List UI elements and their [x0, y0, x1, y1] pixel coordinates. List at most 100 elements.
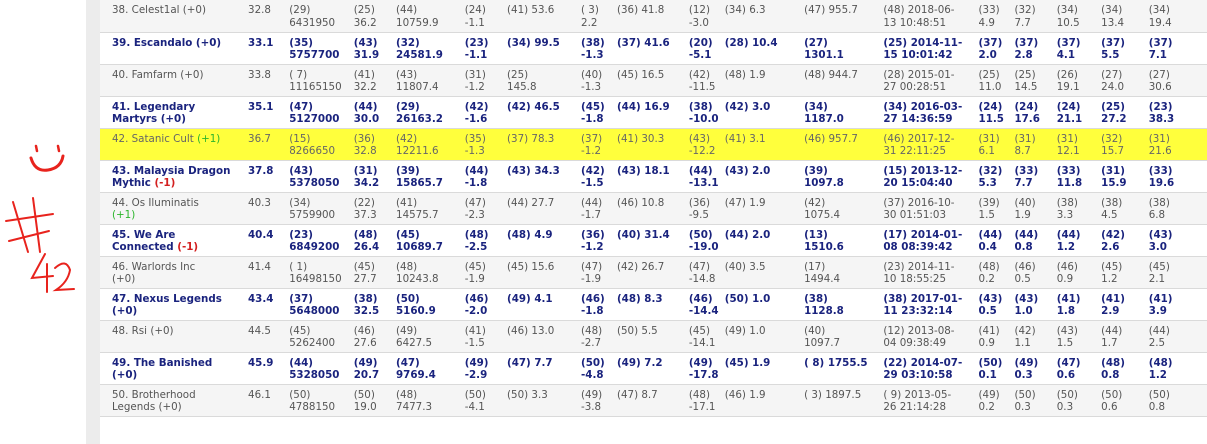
- stat-cell-c13: (31) 8.7: [1014, 128, 1057, 161]
- stat-cell-c8: (45) -14.1: [688, 320, 725, 353]
- team-name-cell[interactable]: 41. Legendary Martyrs (+0): [100, 96, 249, 129]
- rank-change: (+0): [158, 401, 182, 413]
- stat-cell-c14: (26) 19.1: [1056, 64, 1102, 97]
- stat-cell-c13: (49) 0.3: [1014, 352, 1057, 385]
- stat-cell-c8: (48) -17.1: [688, 384, 725, 417]
- team-name[interactable]: 40. Famfarm: [112, 69, 177, 81]
- team-name[interactable]: 39. Escandalo: [112, 37, 192, 49]
- team-name[interactable]: 46. Warlords Inc: [112, 261, 195, 273]
- stat-cell-c3: (43) 11807.4: [396, 64, 465, 97]
- stat-cell-c3: (47) 9769.4: [396, 352, 465, 385]
- team-name[interactable]: 47. Nexus Legends: [112, 293, 222, 305]
- stat-cell-c15: (48) 0.8: [1101, 352, 1149, 385]
- stat-cell-c7: (50) 5.5: [616, 320, 689, 353]
- stat-cell-c5: (37) 78.3: [507, 128, 582, 161]
- stat-cell-c10: (27) 1301.1: [804, 32, 884, 65]
- stat-cell-c4: (23) -1.1: [464, 32, 508, 65]
- table-row: 49. The Banished (+0) 45.9 (44) 5328050 (49…: [100, 352, 1207, 385]
- score-cell: 46.1: [248, 384, 290, 417]
- stat-cell-c12: (31) 6.1: [978, 128, 1015, 161]
- score-cell: 45.9: [248, 352, 290, 385]
- stat-cell-c14: (46) 0.9: [1056, 256, 1102, 289]
- team-name-cell[interactable]: 47. Nexus Legends (+0): [100, 288, 249, 321]
- stat-cell-c9: (40) 3.5: [724, 256, 805, 289]
- team-name-cell[interactable]: 42. Satanic Cult (+1): [100, 128, 249, 161]
- stat-cell-c6: ( 3) 2.2: [581, 0, 617, 33]
- stat-cell-c4: (46) -2.0: [464, 288, 508, 321]
- score-cell: 37.8: [248, 160, 290, 193]
- team-name-cell[interactable]: 43. Malaysia Dragon Mythic (-1): [100, 160, 249, 193]
- stat-cell-c15: (32) 15.7: [1101, 128, 1149, 161]
- stat-cell-c3: (41) 14575.7: [396, 192, 465, 225]
- stat-cell-c2: (44) 30.0: [353, 96, 397, 129]
- stat-cell-c16: (41) 3.9: [1148, 288, 1207, 321]
- table-row: 48. Rsi (+0) 44.5 (45) 5262400 (46) 27.6 (49…: [100, 320, 1207, 353]
- stat-cell-c12: (50) 0.1: [978, 352, 1015, 385]
- stat-cell-c8: (36) -9.5: [688, 192, 725, 225]
- table-row: 41. Legendary Martyrs (+0) 35.1 (47) 51270…: [100, 96, 1207, 129]
- stat-cell-c14: (24) 21.1: [1056, 96, 1102, 129]
- stat-cell-c12: (49) 0.2: [978, 384, 1015, 417]
- stat-cell-c11: (23) 2014-11- 10 18:55:25: [883, 256, 979, 289]
- score-cell: 44.5: [248, 320, 290, 353]
- stat-cell-c15: (38) 4.5: [1101, 192, 1149, 225]
- rank-change: (+0): [195, 36, 222, 49]
- team-name-cell[interactable]: 46. Warlords Inc (+0): [100, 256, 249, 289]
- team-name[interactable]: 49. The Banished: [112, 357, 212, 369]
- team-name-cell[interactable]: 40. Famfarm (+0): [100, 64, 249, 97]
- stat-cell-c4: (31) -1.2: [464, 64, 508, 97]
- score-cell: 40.4: [248, 224, 290, 257]
- stat-cell-c2: (43) 31.9: [353, 32, 397, 65]
- stat-cell-c15: (31) 15.9: [1101, 160, 1149, 193]
- rank-change: (+0): [182, 4, 206, 16]
- team-name[interactable]: 50. Brotherhood Legends: [112, 389, 196, 414]
- stat-cell-c16: (34) 19.4: [1148, 0, 1207, 33]
- team-name-cell[interactable]: 50. Brotherhood Legends (+0): [100, 384, 249, 417]
- stat-cell-c4: (49) -2.9: [464, 352, 508, 385]
- score-cell: 40.3: [248, 192, 290, 225]
- stat-cell-c9: (34) 6.3: [724, 0, 805, 33]
- team-name-cell[interactable]: 38. Celest1al (+0): [100, 0, 249, 33]
- team-name-cell[interactable]: 45. We Are Connected (-1): [100, 224, 249, 257]
- stat-cell-c2: (22) 37.3: [353, 192, 397, 225]
- stat-cell-c11: (12) 2013-08- 04 09:38:49: [883, 320, 979, 353]
- stat-cell-c13: (32) 7.7: [1014, 0, 1057, 33]
- stat-cell-c15: (41) 2.9: [1101, 288, 1149, 321]
- team-name[interactable]: 42. Satanic Cult: [112, 133, 194, 145]
- team-name-cell[interactable]: 39. Escandalo (+0): [100, 32, 249, 65]
- table-row: 43. Malaysia Dragon Mythic (-1) 37.8 (43) …: [100, 160, 1207, 193]
- team-name[interactable]: 44. Os Iluminatis: [112, 197, 199, 209]
- team-name-cell[interactable]: 44. Os Iluminatis (+1): [100, 192, 249, 225]
- score-cell: 32.8: [248, 0, 290, 33]
- stat-cell-c16: (23) 38.3: [1148, 96, 1207, 129]
- stat-cell-c7: (49) 7.2: [616, 352, 689, 385]
- rankings-table-container[interactable]: 38. Celest1al (+0) 32.8 (29) 6431950 (25) 3…: [100, 0, 1207, 444]
- team-name-cell[interactable]: 49. The Banished (+0): [100, 352, 249, 385]
- rank-change: (-1): [154, 177, 176, 189]
- team-name-cell[interactable]: 48. Rsi (+0): [100, 320, 249, 353]
- stat-cell-c2: (48) 26.4: [353, 224, 397, 257]
- stat-cell-c11: (48) 2018-06- 13 10:48:51: [883, 0, 979, 33]
- stat-cell-c5: (42) 46.5: [507, 96, 582, 129]
- stat-cell-c3: (45) 10689.7: [396, 224, 465, 257]
- stat-cell-c12: (48) 0.2: [978, 256, 1015, 289]
- stat-cell-c9: (41) 3.1: [724, 128, 805, 161]
- stat-cell-c7: (44) 16.9: [616, 96, 689, 129]
- stat-cell-c5: (25) 145.8: [507, 64, 582, 97]
- team-name[interactable]: 45. We Are Connected: [112, 229, 175, 254]
- stat-cell-c12: (39) 1.5: [978, 192, 1015, 225]
- stat-cell-c11: (15) 2013-12- 20 15:04:40: [883, 160, 979, 193]
- stat-cell-c8: (44) -13.1: [688, 160, 725, 193]
- team-name[interactable]: 48. Rsi: [112, 325, 147, 337]
- table-row: 47. Nexus Legends (+0) 43.4 (37) 5648000 (3…: [100, 288, 1207, 321]
- stat-cell-c3: (39) 15865.7: [396, 160, 465, 193]
- team-name[interactable]: 38. Celest1al: [112, 4, 180, 16]
- stat-cell-c5: (50) 3.3: [507, 384, 582, 417]
- stat-cell-c13: (43) 1.0: [1014, 288, 1057, 321]
- stat-cell-c8: (12) -3.0: [688, 0, 725, 33]
- stat-cell-c12: (41) 0.9: [978, 320, 1015, 353]
- stat-cell-c15: (50) 0.6: [1101, 384, 1149, 417]
- stat-cell-c9: (48) 1.9: [724, 64, 805, 97]
- stat-cell-c10: (48) 944.7: [804, 64, 884, 97]
- stat-cell-c13: (46) 0.5: [1014, 256, 1057, 289]
